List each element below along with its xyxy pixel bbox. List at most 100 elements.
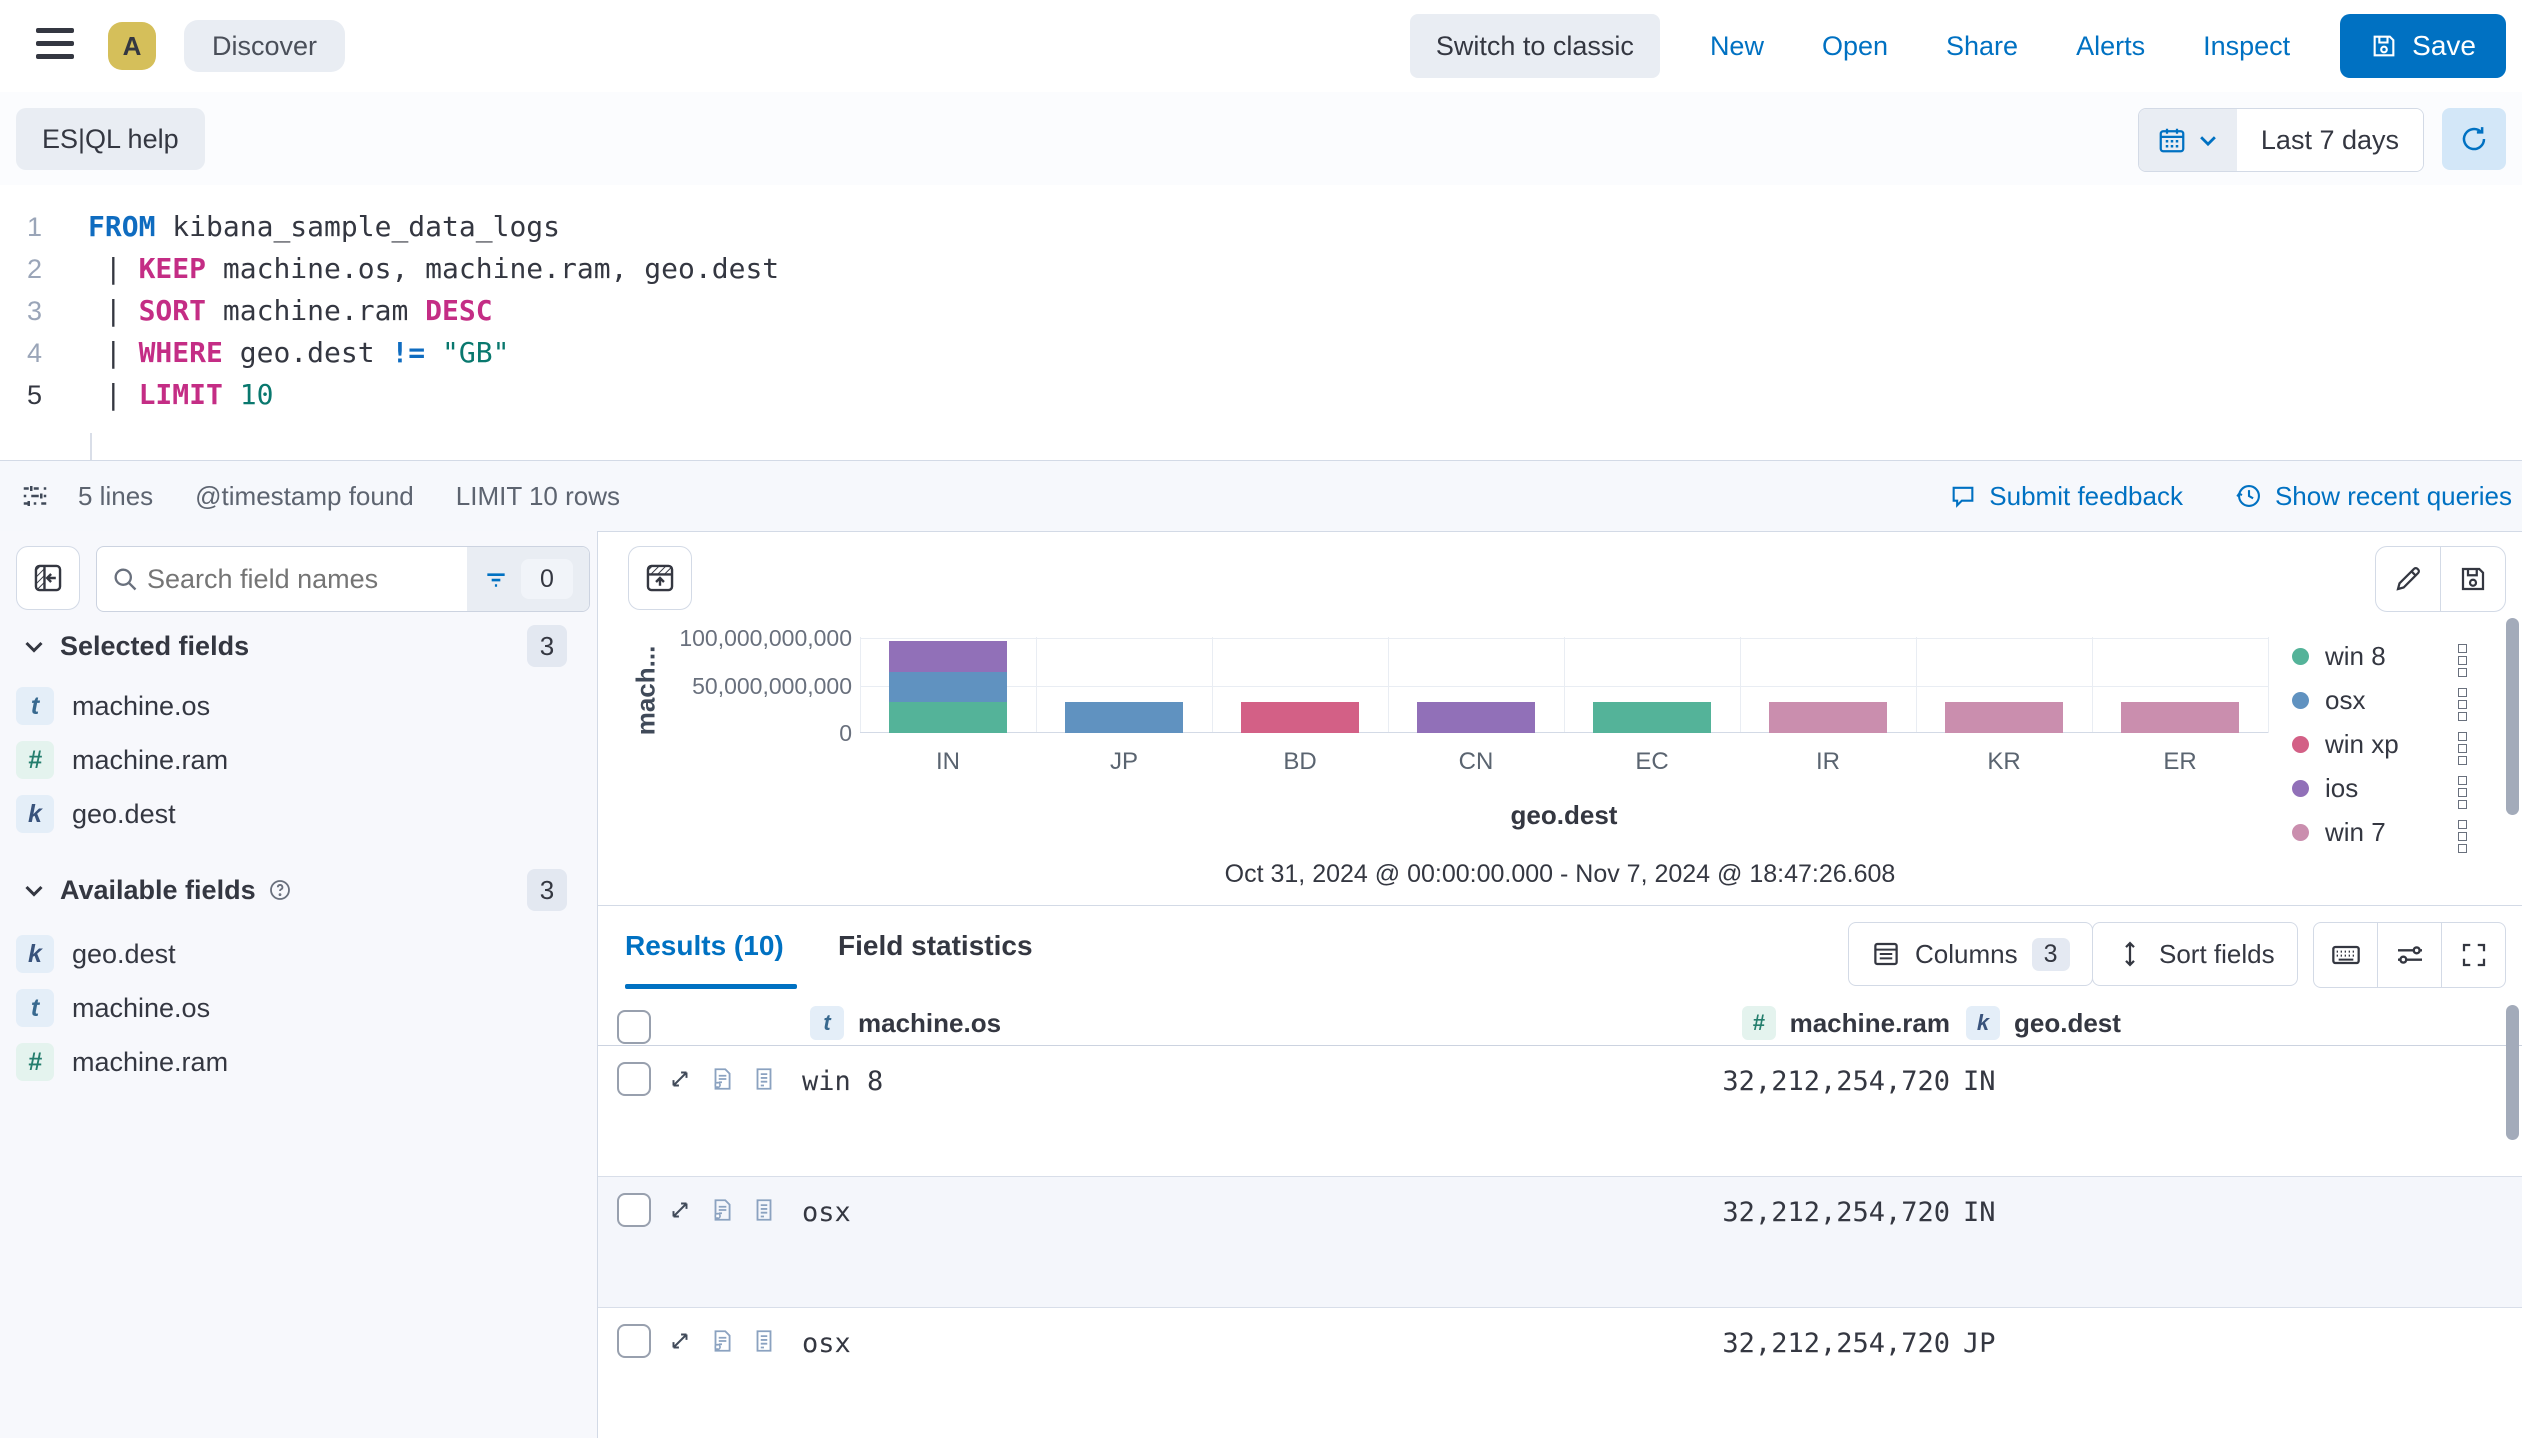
doc-remove-icon[interactable]: [709, 1328, 735, 1354]
field-item-machine-os[interactable]: tmachine.os: [16, 988, 210, 1028]
doc-details-icon[interactable]: [751, 1066, 777, 1092]
bar-segment-win-xp-BD[interactable]: [1241, 702, 1359, 733]
legend-item-actions-icon[interactable]: [2456, 776, 2468, 812]
field-item-machine-ram[interactable]: #machine.ram: [16, 740, 228, 780]
cell-geo-dest[interactable]: JP: [1963, 1328, 1996, 1359]
cell-machine-ram[interactable]: 32,212,254,720: [1722, 1066, 1950, 1097]
bar-segment-ios-IN[interactable]: [889, 641, 1007, 672]
legend-item-actions-icon[interactable]: [2456, 688, 2468, 724]
row-controls: [617, 1324, 777, 1358]
edit-visualization-button[interactable]: [2376, 547, 2440, 611]
cell-machine-ram[interactable]: 32,212,254,720: [1722, 1328, 1950, 1359]
switch-to-classic-button[interactable]: Switch to classic: [1410, 14, 1660, 78]
submit-feedback-link[interactable]: Submit feedback: [1943, 480, 2189, 513]
legend-item-actions-icon[interactable]: [2456, 732, 2468, 768]
esql-editor[interactable]: 12345 FROM kibana_sample_data_logs | KEE…: [0, 185, 2522, 460]
legend-item-win-xp[interactable]: win xp: [2292, 726, 2399, 762]
save-chart-icon: [2458, 564, 2488, 594]
bar-segment-win-7-IR[interactable]: [1769, 702, 1887, 733]
space-avatar[interactable]: A: [108, 22, 156, 70]
legend-item-osx[interactable]: osx: [2292, 682, 2365, 718]
keyboard-shortcuts-button[interactable]: [2314, 923, 2377, 987]
top-link-new[interactable]: New: [1704, 30, 1770, 63]
bar-segment-win-7-KR[interactable]: [1945, 702, 2063, 733]
legend-color-dot: [2292, 648, 2309, 665]
bar-segment-win-8-EC[interactable]: [1593, 702, 1711, 733]
help-icon[interactable]: [268, 878, 292, 902]
column-header-machine-os[interactable]: tmachine.os: [810, 1006, 1001, 1040]
cell-machine-os[interactable]: win 8: [802, 1066, 883, 1097]
doc-remove-icon[interactable]: [709, 1197, 735, 1223]
cell-geo-dest[interactable]: IN: [1963, 1197, 1996, 1228]
cell-machine-os[interactable]: osx: [802, 1197, 851, 1228]
tab-field-statistics[interactable]: Field statistics: [838, 930, 1033, 962]
row-checkbox[interactable]: [617, 1062, 651, 1096]
bar-segment-ios-CN[interactable]: [1417, 702, 1535, 733]
top-link-inspect[interactable]: Inspect: [2197, 30, 2296, 63]
field-type-icon-t: t: [16, 687, 54, 725]
collapse-sidebar-button[interactable]: [16, 546, 80, 610]
toggle-chart-button[interactable]: [628, 546, 692, 610]
row-checkbox[interactable]: [617, 1193, 651, 1227]
bar-segment-osx-IN[interactable]: [889, 672, 1007, 703]
code-token: 10: [240, 378, 274, 411]
editor-settings-icon[interactable]: [20, 481, 50, 511]
expand-row-icon[interactable]: [667, 1197, 693, 1223]
select-all-checkbox[interactable]: [617, 1010, 651, 1044]
legend-item-ios[interactable]: ios: [2292, 770, 2358, 806]
show-recent-queries-link[interactable]: Show recent queries: [2229, 480, 2518, 513]
legend-item-win-7[interactable]: win 7: [2292, 814, 2386, 850]
save-button[interactable]: Save: [2340, 14, 2506, 78]
section-header-selected-fields[interactable]: Selected fields3: [0, 624, 597, 668]
row-checkbox[interactable]: [617, 1324, 651, 1358]
field-filter-button[interactable]: 0: [467, 547, 589, 611]
breadcrumb[interactable]: Discover: [184, 20, 345, 72]
refresh-button[interactable]: [2442, 108, 2506, 170]
esql-help-button[interactable]: ES|QL help: [16, 108, 205, 170]
sort-fields-button[interactable]: Sort fields: [2092, 922, 2298, 986]
column-header-geo-dest[interactable]: kgeo.dest: [1966, 1006, 2121, 1040]
code-token: FROM: [88, 210, 155, 243]
bar-segment-win-8-IN[interactable]: [889, 702, 1007, 733]
field-item-geo-dest[interactable]: kgeo.dest: [16, 794, 176, 834]
time-range-value[interactable]: Last 7 days: [2237, 109, 2423, 171]
columns-button[interactable]: Columns 3: [1848, 922, 2093, 986]
field-type-icon-n: #: [16, 741, 54, 779]
cell-machine-ram[interactable]: 32,212,254,720: [1722, 1197, 1950, 1228]
field-item-machine-ram[interactable]: #machine.ram: [16, 1042, 228, 1082]
search-field-names-input[interactable]: [139, 564, 467, 595]
tab-results[interactable]: Results (10): [625, 930, 784, 962]
legend-item-actions-icon[interactable]: [2456, 820, 2468, 856]
expand-row-icon[interactable]: [667, 1066, 693, 1092]
bar-segment-osx-JP[interactable]: [1065, 702, 1183, 733]
doc-remove-icon[interactable]: [709, 1066, 735, 1092]
code-token: |: [88, 294, 139, 327]
column-header-machine-ram[interactable]: #machine.ram: [1742, 1006, 1950, 1040]
bar-segment-win-7-ER[interactable]: [2121, 702, 2239, 733]
fullscreen-button[interactable]: [2441, 923, 2505, 987]
bar-chart-plot[interactable]: [860, 637, 2268, 733]
menu-icon[interactable]: [36, 28, 74, 62]
field-item-geo-dest[interactable]: kgeo.dest: [16, 934, 176, 974]
legend-item-win-8[interactable]: win 8: [2292, 638, 2386, 674]
cell-machine-os[interactable]: osx: [802, 1328, 851, 1359]
date-picker-quick-menu[interactable]: [2139, 109, 2237, 171]
section-header-available-fields[interactable]: Available fields3: [0, 868, 597, 912]
top-link-open[interactable]: Open: [1816, 30, 1894, 63]
top-link-alerts[interactable]: Alerts: [2070, 30, 2151, 63]
expand-row-icon[interactable]: [667, 1328, 693, 1354]
top-link-share[interactable]: Share: [1940, 30, 2024, 63]
doc-details-icon[interactable]: [751, 1197, 777, 1223]
columns-count-badge: 3: [2032, 938, 2070, 971]
field-item-machine-os[interactable]: tmachine.os: [16, 686, 210, 726]
legend-item-actions-icon[interactable]: [2456, 644, 2468, 680]
save-visualization-button[interactable]: [2440, 547, 2505, 611]
cell-geo-dest[interactable]: IN: [1963, 1066, 1996, 1097]
display-options-button[interactable]: [2377, 923, 2441, 987]
gridline-vertical: [1036, 637, 1037, 733]
chart-scrollbar[interactable]: [2506, 618, 2519, 815]
table-scrollbar[interactable]: [2506, 1005, 2519, 1140]
doc-details-icon[interactable]: [751, 1328, 777, 1354]
legend-label: win 8: [2325, 641, 2386, 672]
field-type-icon-k: k: [1966, 1006, 2000, 1040]
